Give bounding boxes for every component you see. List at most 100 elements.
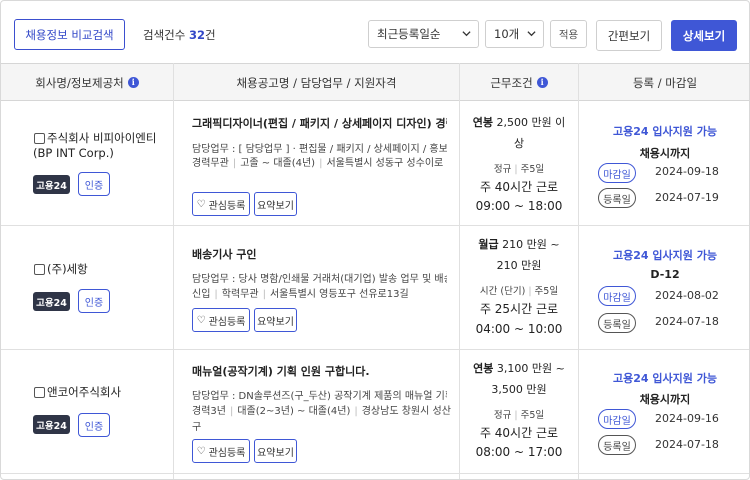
detail-view-button[interactable]: 상세보기 (671, 20, 737, 51)
table-header: 회사명/정보제공처 i 채용공고명 / 담당업무 / 지원자격 근무조건 i 등… (1, 63, 749, 101)
salary-amount: 3,100 만원 ~ 3,500 만원 (491, 362, 565, 396)
deadline-text: D-12 (650, 268, 680, 281)
apply-available: 고용24 입사지원 가능 (613, 125, 717, 138)
deadline-date: 2024-09-16 (655, 412, 719, 425)
education: 고졸 ~ 대졸(4년) (240, 158, 316, 169)
chevron-down-icon (462, 31, 471, 37)
info-icon[interactable]: i (536, 77, 548, 88)
result-count: 검색건수 32건 (143, 27, 216, 43)
header-company-label: 회사명/정보제공처 (35, 75, 124, 90)
job-title-link[interactable]: 배송기사 구인 (192, 246, 447, 262)
company-cell: 앤코어주식회사 고용24 인증 (1, 350, 173, 473)
salary-type: 월급 (478, 238, 499, 251)
bookmark-label: 관심등록 (208, 316, 246, 328)
work-days: 주5일 (534, 286, 559, 297)
salary-amount: 2,500 만원 이상 (496, 116, 566, 150)
salary-type: 연봉 (472, 116, 493, 129)
registered-badge: 등록일 (598, 188, 636, 208)
heart-icon: ♡ (196, 198, 206, 210)
deadline-badge: 마감일 (598, 286, 636, 306)
work-days: 주5일 (520, 164, 545, 175)
bookmark-button[interactable]: ♡ 관심등록 (192, 439, 250, 463)
goyong24-badge: 고용24 (33, 292, 70, 311)
registered-badge: 등록일 (598, 313, 636, 333)
bookmark-button[interactable]: ♡ 관심등록 (192, 192, 250, 216)
job-cell: 배송기사 구인 담당업무 : 당사 명함/인쇄물 거래처(대기업) 발송 업무 … (174, 226, 459, 349)
company-name[interactable]: (주)세항 (33, 262, 163, 277)
work-time: 04:00 ~ 10:00 (475, 322, 563, 336)
result-count-unit: 건 (205, 28, 216, 42)
page-size-select-value: 10개 (494, 27, 520, 41)
simple-view-button[interactable]: 간편보기 (596, 20, 662, 51)
employment-kind: 정규 (493, 164, 512, 175)
deadline-badge: 마감일 (598, 409, 636, 429)
sort-select-value: 최근등록일순 (377, 27, 441, 41)
employment-kind: 시간 (단기) (479, 286, 526, 297)
job-title-link[interactable]: 그래픽디자이너(편집 / 패키지 / 상세페이지 디자인) 경력직 모집 (192, 115, 447, 131)
apply-available: 고용24 입사지원 가능 (613, 249, 717, 262)
experience: 신입 (192, 289, 211, 300)
table-row: 앤코어주식회사 고용24 인증 매뉴얼(공작기계) 기획 인원 구합니다. 담당… (1, 350, 749, 474)
header-job: 채용공고명 / 담당업무 / 지원자격 (174, 64, 459, 101)
job-duty: 담당업무 : DN솔루션즈(구_두산) 공작기계 제품의 매뉴얼 기획 (192, 391, 447, 402)
compare-search-button[interactable]: 채용정보 비교검색 (14, 19, 125, 50)
location: 서울특별시 영등포구 선유로13길 (269, 289, 409, 300)
employment-type: 정규 | 주5일 (493, 164, 545, 175)
job-list-panel: 채용정보 비교검색 검색건수 32건 최근등록일순 10개 적용 간편보기 상세… (0, 0, 750, 480)
experience: 경력3년 (192, 406, 226, 417)
job-title-link[interactable]: 매뉴얼(공작기계) 기획 인원 구합니다. (192, 363, 447, 379)
job-qualifications: 신입 | 학력무관 | 서울특별시 영등포구 선유로13길 (192, 289, 409, 300)
employment-kind: 정규 (493, 410, 512, 421)
registered-date: 2024-07-18 (655, 438, 719, 451)
heart-icon: ♡ (196, 445, 206, 457)
company-name[interactable]: 앤코어주식회사 (33, 385, 163, 400)
apply-button[interactable]: 적용 (550, 20, 587, 48)
conditions-cell: 월급 210 만원 ~ 210 만원 시간 (단기) | 주5일 주 25시간 근로… (460, 226, 578, 349)
deadline-text: 채용시까지 (639, 147, 691, 160)
job-qualifications: 경력무관 | 고졸 ~ 대졸(4년) | 서울특별시 성동구 성수이로 (192, 158, 444, 169)
bookmark-label: 관심등록 (208, 447, 246, 459)
header-job-label: 채용공고명 / 담당업무 / 지원자격 (236, 75, 397, 90)
summary-button[interactable]: 요약보기 (254, 308, 297, 332)
registered-date: 2024-07-19 (655, 191, 719, 204)
deadline-badge: 마감일 (598, 163, 636, 183)
bookmark-button[interactable]: ♡ 관심등록 (192, 308, 250, 332)
education: 대졸(2~3년) ~ 대졸(4년) (237, 406, 351, 417)
cert-badge[interactable]: 인증 (78, 289, 110, 313)
goyong24-badge: 고용24 (33, 415, 70, 434)
dates-cell: 고용24 입사지원 가능 D-12 마감일 2024-08-02 등록일 202… (579, 226, 749, 349)
info-icon[interactable]: i (127, 77, 139, 88)
salary: 연봉 2,500 만원 이상 (460, 112, 578, 154)
header-company: 회사명/정보제공처 i (1, 64, 173, 101)
work-days: 주5일 (520, 410, 545, 421)
dates-cell: 고용24 입사지원 가능 채용시까지 마감일 2024-09-18 등록일 20… (579, 102, 749, 225)
salary-type: 연봉 (473, 362, 494, 375)
company-cell: 주식회사 비피아이엔티(BP INT Corp.) 고용24 인증 (1, 102, 173, 225)
job-duty: 담당업무 : [ 담당업무 ] · 편집물 / 패키지 / 상세페이지 / 홍보… (192, 144, 447, 155)
deadline-date: 2024-08-02 (655, 289, 719, 302)
experience: 경력무관 (192, 158, 229, 169)
deadline-date: 2024-09-18 (655, 165, 719, 178)
job-cell: 그래픽디자이너(편집 / 패키지 / 상세페이지 디자인) 경력직 모집 담당업… (174, 102, 459, 225)
summary-button[interactable]: 요약보기 (254, 439, 297, 463)
salary-amount: 210 만원 ~ 210 만원 (496, 238, 560, 272)
registered-date: 2024-07-18 (655, 315, 719, 328)
page-size-select[interactable]: 10개 (485, 20, 544, 48)
conditions-cell: 연봉 3,100 만원 ~ 3,500 만원 정규 | 주5일 주 40시간 근로 … (460, 350, 578, 473)
weekly-hours: 주 25시간 근로 (479, 302, 559, 316)
conditions-cell: 연봉 2,500 만원 이상 정규 | 주5일 주 40시간 근로 09:00 ~ … (460, 102, 578, 225)
job-cell: 매뉴얼(공작기계) 기획 인원 구합니다. 담당업무 : DN솔루션즈(구_두산… (174, 350, 459, 473)
salary: 연봉 3,100 만원 ~ 3,500 만원 (460, 358, 578, 400)
summary-button[interactable]: 요약보기 (254, 192, 297, 216)
sort-select[interactable]: 최근등록일순 (368, 20, 479, 48)
weekly-hours: 주 40시간 근로 (479, 426, 559, 440)
company-cell: (주)세항 고용24 인증 (1, 226, 173, 349)
cert-badge[interactable]: 인증 (78, 413, 110, 437)
header-conditions-label: 근무조건 (490, 75, 533, 90)
company-name[interactable]: 주식회사 비피아이엔티(BP INT Corp.) (33, 131, 163, 161)
salary: 월급 210 만원 ~ 210 만원 (460, 234, 578, 276)
apply-available: 고용24 입사지원 가능 (613, 372, 717, 385)
cert-badge[interactable]: 인증 (78, 172, 110, 196)
table-row: 주식회사 비피아이엔티(BP INT Corp.) 고용24 인증 그래픽디자이… (1, 102, 749, 226)
bookmark-label: 관심등록 (208, 200, 246, 212)
